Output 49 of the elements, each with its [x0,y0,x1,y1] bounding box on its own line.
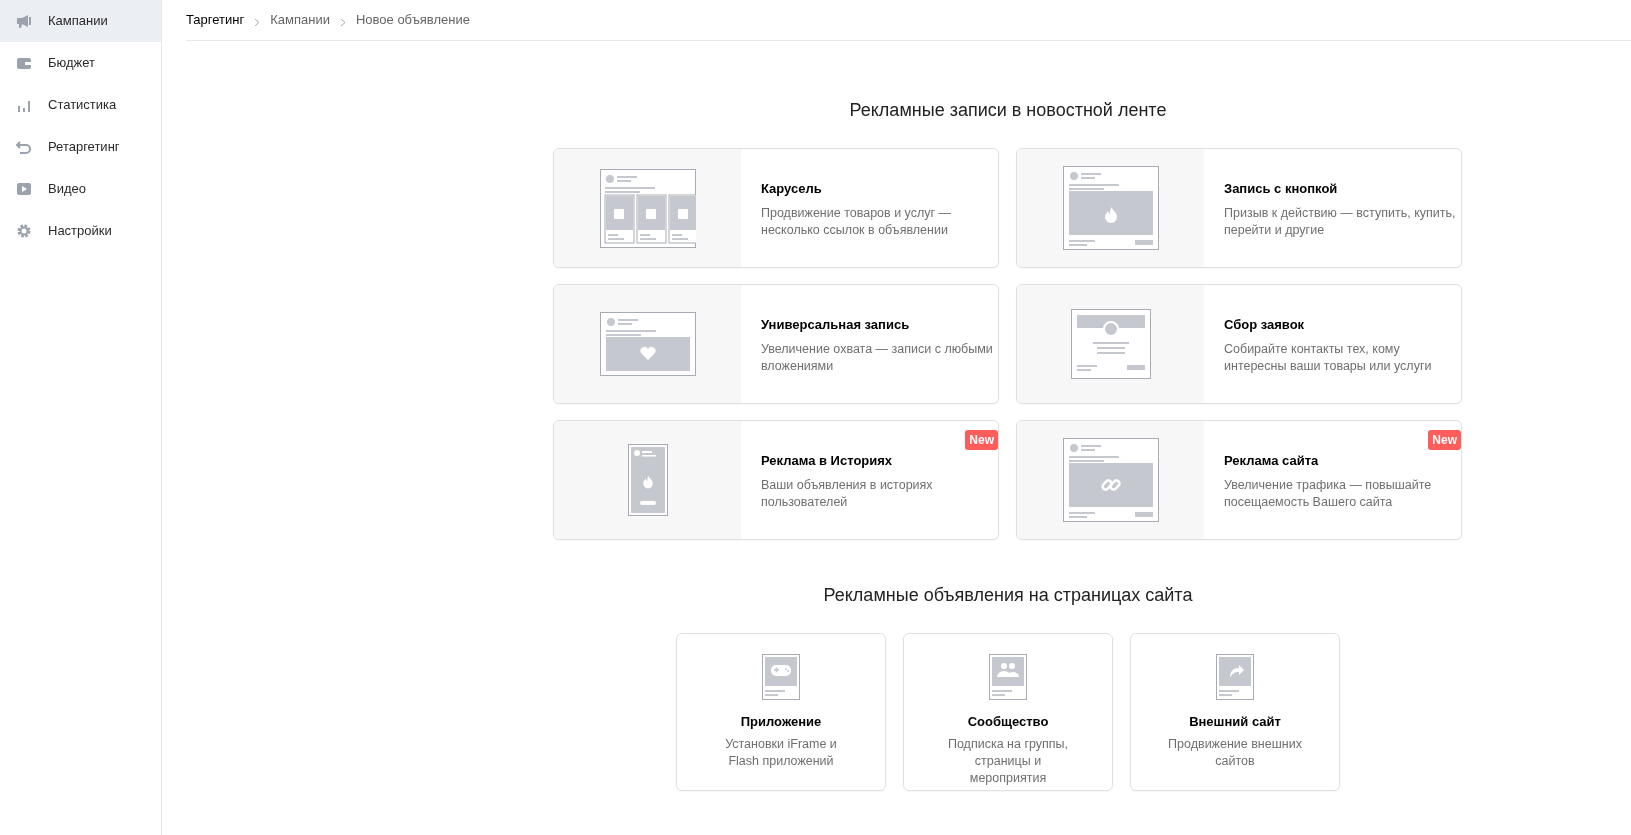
sidebar-item[interactable]: Статистика [0,84,161,126]
card-title: Универсальная запись [761,316,911,334]
play-icon [16,181,32,197]
card-title: Реклама сайта [1224,452,1320,470]
ad-preview-drawing [762,654,800,700]
section-title: Рекламные объявления на страницах сайта [822,584,1194,607]
card-description: Призыв к действию — вступить, купить, перейти и другие [1224,204,1457,239]
breadcrumb-link[interactable]: Таргетинг [186,10,245,30]
ad-format-card[interactable]: Реклама сайта Увеличение трафика — повышайте посещаемость Вашего сайта New [1016,420,1462,540]
new-label: New [1428,430,1461,450]
ad-preview-drawing [627,444,668,516]
ad-format-card[interactable]: Сообщество Подписка на группы, страницы и мероприятия [903,633,1113,791]
card-description: Продвижение внешних сайтов [1167,735,1303,770]
sidebar-item[interactable]: Настройки [0,210,161,252]
card-title: Сбор заявок [1224,316,1306,334]
ad-format-card[interactable]: Реклама в Историях Ваши объявления в историях пользователей New [553,420,999,540]
card-description: Подписка на группы, страницы и мероприятия [946,735,1070,787]
card-description: Собирайте контакты тех, кому интересны ваши товары или услуги [1224,340,1433,375]
new-label: New [965,430,998,450]
ad-preview-drawing [1216,654,1254,700]
card-title: Реклама в Историях [761,452,894,470]
return-arrow-icon [16,139,32,155]
sidebar-item[interactable]: Кампании [0,0,161,42]
ad-format-card[interactable]: Приложение Установки iFrame и Flash приложений [676,633,886,791]
section-title: Рекламные записи в новостной ленте [848,99,1168,122]
card-title: Карусель [761,180,823,198]
ad-format-card[interactable]: Сбор заявок Собирайте контакты тех, кому интересны ваши товары или услуги [1016,284,1462,404]
megaphone-icon [16,13,32,29]
sidebar-item[interactable]: Бюджет [0,42,161,84]
card-title: Сообщество [966,713,1050,731]
card-description: Установки iFrame и Flash приложений [724,735,838,770]
card-title: Внешний сайт [1188,713,1282,731]
settings-icon [16,223,32,239]
ad-format-card[interactable]: Запись с кнопкой Призыв к действию — вступить, купить, перейти и другие [1016,148,1462,268]
card-description: Увеличение трафика — повышайте посещаемость Вашего сайта [1224,476,1433,511]
breadcrumb-link[interactable]: Кампании [270,10,330,30]
ad-format-card[interactable]: Внешний сайт Продвижение внешних сайтов [1130,633,1340,791]
wallet-icon [16,55,32,71]
breadcrumb-current: Новое объявление [355,11,470,30]
sidebar-item[interactable]: Ретаргетинг [0,126,161,168]
card-description: Ваши объявления в историях пользователей [761,476,934,511]
card-description: Продвижение товаров и услуг — несколько ссылок в объявлении [761,204,953,239]
card-title: Запись с кнопкой [1224,180,1339,198]
card-title: Приложение [739,713,823,731]
ad-format-card[interactable]: Универсальная запись Увеличение охвата — записи с любыми вложениями [553,284,999,404]
ad-format-card[interactable]: Карусель Продвижение товаров и услуг — несколько ссылок в объявлении [553,148,999,268]
card-description: Увеличение охвата — записи с любыми вложениями [761,340,994,375]
ad-preview-drawing [989,654,1027,700]
sidebar-item[interactable]: Видео [0,168,161,210]
